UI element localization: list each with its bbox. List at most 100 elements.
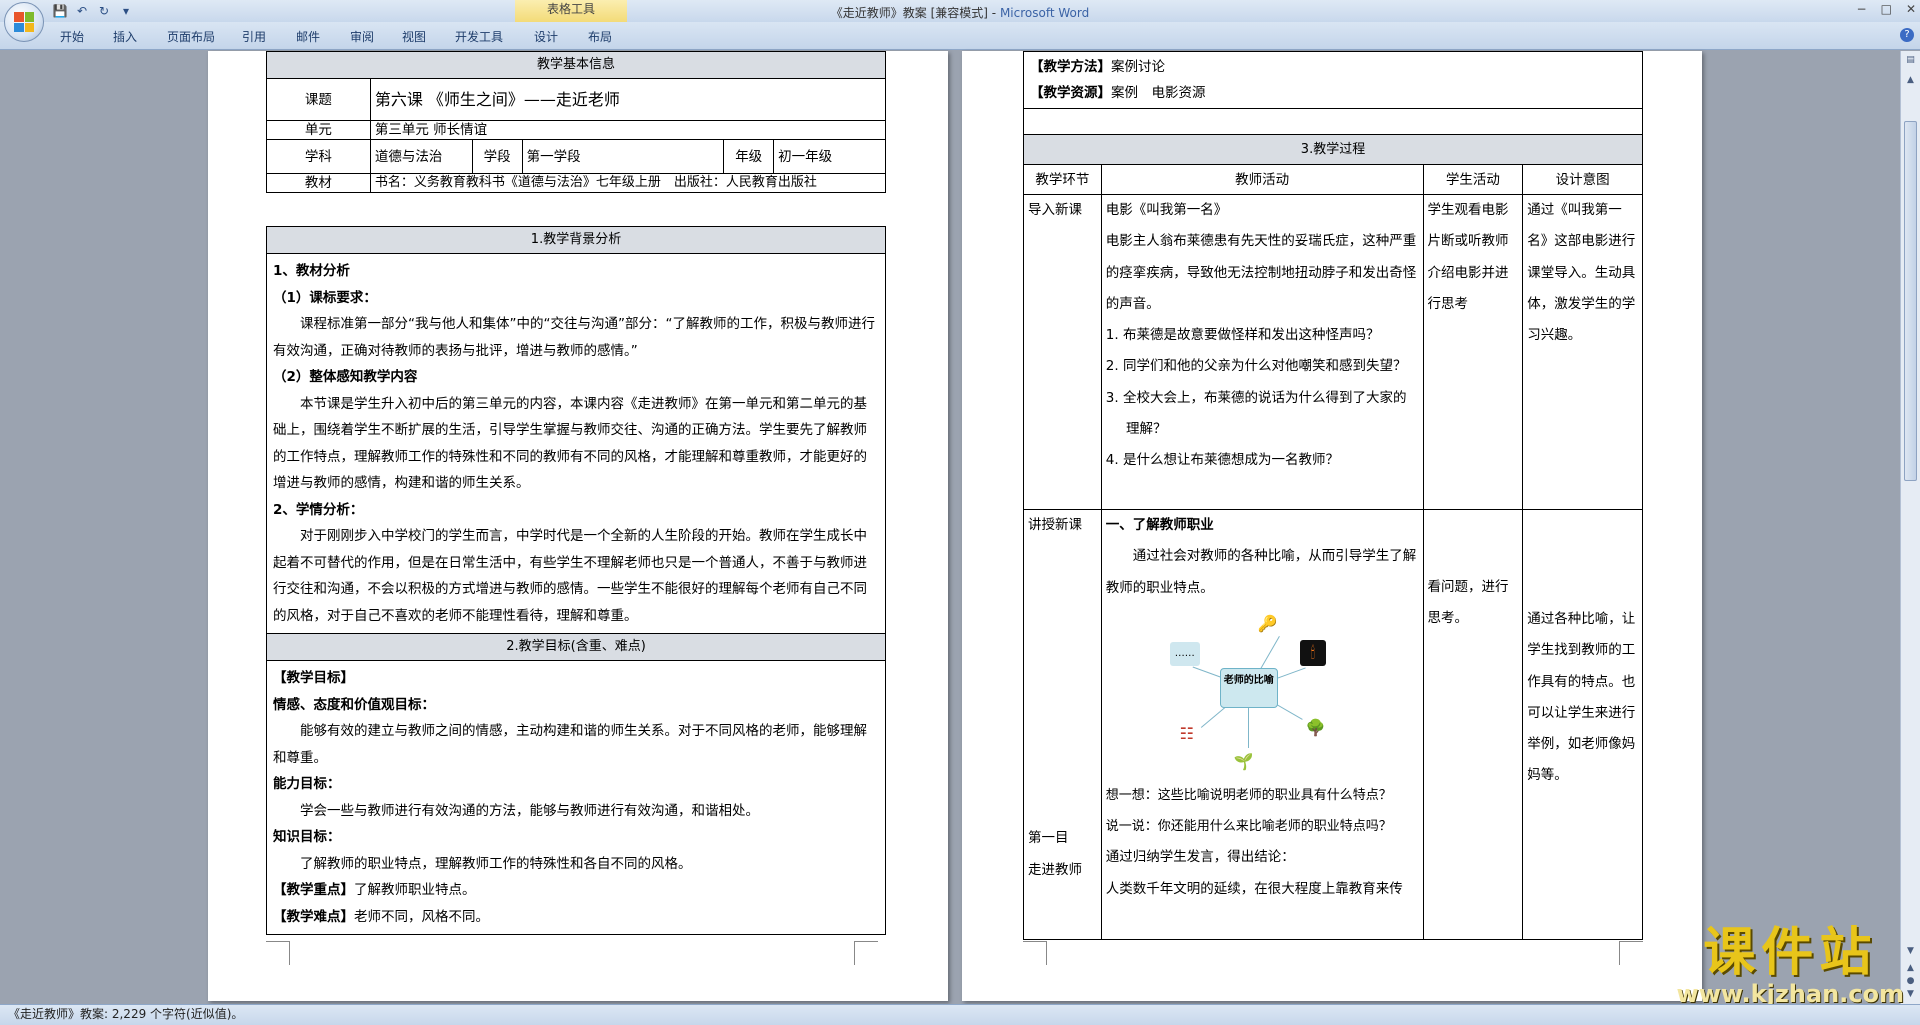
window-controls: − □ ✕ — [1857, 2, 1916, 16]
redo-icon[interactable]: ↻ — [96, 3, 112, 19]
ladder-icon: ☷ — [1179, 724, 1194, 744]
say-prompt: 说一说：你还能用什么来比喻老师的职业特点吗？ — [1105, 819, 1392, 835]
tab-review[interactable]: 审阅 — [350, 28, 374, 45]
method-value: 案例讨论 — [1111, 59, 1165, 75]
grade-value: 初一年级 — [773, 139, 886, 174]
col-teacher: 教师活动 — [1100, 164, 1424, 195]
save-icon[interactable]: 💾 — [52, 3, 68, 19]
textbook-analysis-heading: 1、教材分析 — [273, 263, 350, 279]
ruler-toggle-icon[interactable]: ▤ — [1904, 55, 1917, 68]
key-icon: 🔑 — [1257, 614, 1278, 634]
tab-mailings[interactable]: 邮件 — [296, 28, 320, 45]
office-button[interactable] — [4, 2, 44, 42]
office-logo-icon — [14, 12, 34, 32]
teacher-section-heading: 一、了解教师职业 — [1105, 517, 1214, 533]
design-intent-new: 通过各种比喻，让学生找到教师的工作具有的特点。也可以让学生来进行举例，如老师像妈… — [1527, 611, 1636, 784]
help-icon[interactable]: ? — [1900, 28, 1914, 42]
conclusion-text: 人类数千年文明的延续，在很大程度上靠教育来传 — [1105, 880, 1403, 897]
ability-goal-heading: 能力目标： — [273, 776, 341, 792]
resource-line: 【教学资源】案例 电影资源 — [1030, 80, 1636, 106]
curriculum-req-heading: （1）课标要求： — [273, 289, 377, 306]
goals-title: 【教学目标】 — [273, 670, 354, 686]
document-page-2: 【教学方法】案例讨论 【教学资源】案例 电影资源 3.教学过程 教学环节 教师活… — [962, 51, 1702, 1001]
background-analysis-table: 1.教学背景分析 1、教材分析 （1）课标要求： 课程标准第一部分“我与他人和集… — [266, 226, 886, 634]
scroll-down-icon[interactable]: ▼ — [1904, 946, 1917, 959]
browse-object-icon[interactable]: ● — [1904, 976, 1917, 989]
student-activity-new: 看问题，进行思考。 — [1427, 579, 1509, 627]
tab-developer[interactable]: 开发工具 — [455, 28, 503, 45]
title-bar: 表格工具 《走近教师》教案 [兼容模式] - Microsoft Word 💾 … — [0, 0, 1920, 22]
section-title: 走进教师 — [1028, 861, 1082, 878]
grade-label: 年级 — [723, 139, 775, 174]
ability-goal-text: 学会一些与教师进行有效沟通的方法，能够与教师进行有效沟通，和谐相处。 — [300, 802, 759, 819]
ribbon-tabs: 开始 插入 页面布局 引用 邮件 审阅 视图 开发工具 设计 布局 ? — [0, 22, 1920, 50]
tab-layout[interactable]: 布局 — [588, 28, 612, 45]
section-label: 第一目 — [1028, 830, 1069, 847]
scroll-up-icon[interactable]: ▲ — [1904, 75, 1917, 88]
minimize-button[interactable]: − — [1857, 2, 1867, 16]
knowledge-goal-heading: 知识目标： — [273, 829, 341, 845]
word-count-status[interactable]: 《走近教师》教案: 2,229 个字符(近似值)。 — [8, 1007, 243, 1021]
stage-label: 学段 — [471, 139, 523, 174]
resource-label: 【教学资源】 — [1030, 85, 1111, 101]
prev-page-icon[interactable]: ▲ — [1904, 963, 1917, 976]
basic-info-header: 教学基本信息 — [266, 51, 886, 79]
subject-value: 道德与法治 — [369, 139, 473, 174]
tab-home[interactable]: 开始 — [60, 28, 84, 45]
maximize-button[interactable]: □ — [1881, 2, 1892, 16]
watermark-title: 课件站 — [1703, 923, 1878, 983]
undo-icon[interactable]: ↶ — [74, 3, 90, 19]
topic-label: 课题 — [266, 78, 371, 121]
tab-references[interactable]: 引用 — [242, 28, 266, 45]
plant-icon: 🌱 — [1233, 752, 1254, 772]
key-point-label: 【教学重点】 — [273, 882, 354, 898]
watermark-url: www.kjzhan.com — [1676, 980, 1904, 1008]
conclude-text: 通过归纳学生发言，得出结论： — [1105, 849, 1295, 866]
stage-new: 讲授新课 — [1028, 517, 1082, 533]
student-activity-intro: 学生观看电影片断或听教师介绍电影并进行思考 — [1422, 194, 1524, 510]
teacher-metaphor-mindmap: 老师的比喻 🔑 🕯 …… ☷ 🌳 🌱 — [1168, 610, 1338, 780]
page-corner-mark — [1619, 941, 1643, 965]
unit-value: 第三单元 师长情谊 — [369, 120, 887, 140]
question-1: 1. 布莱德是故意要做怪样和发出这种怪声吗？ — [1105, 327, 1380, 344]
customize-qat-icon[interactable]: ▾ — [118, 3, 134, 19]
curriculum-req-text: 课程标准第一部分“我与他人和集体”中的“交往与沟通”部分：“了解教师的工作，积极… — [273, 316, 875, 359]
page-corner-mark — [1023, 941, 1047, 965]
teaching-goals-table: 2.教学目标(含重、难点) 【教学目标】 情感、态度和价值观目标： 能够有效的建… — [266, 633, 886, 935]
stage-value: 第一学段 — [521, 139, 725, 174]
background-header: 1.教学背景分析 — [266, 226, 886, 254]
movie-title: 电影《叫我第一名》 — [1105, 202, 1228, 218]
document-name: 《走近教师》教案 [兼容模式] — [830, 6, 988, 20]
tab-design[interactable]: 设计 — [534, 28, 558, 45]
stage-intro: 导入新课 — [1023, 194, 1102, 510]
tree-icon: 🌳 — [1305, 718, 1326, 738]
method-line: 【教学方法】案例讨论 — [1030, 54, 1636, 80]
col-student: 学生活动 — [1422, 164, 1524, 195]
kjzhan-watermark: 课件站 www.kjzhan.com — [1677, 924, 1904, 1006]
method-label: 【教学方法】 — [1030, 59, 1111, 75]
subject-label: 学科 — [266, 139, 371, 174]
mindmap-center: 老师的比喻 — [1219, 667, 1278, 708]
design-intent-intro: 通过《叫我第一名》这部电影进行课堂导入。生动具体，激发学生的学习兴趣。 — [1522, 194, 1643, 510]
vertical-scrollbar[interactable]: ▤ ▲ ▼ ▲ ● ▼ — [1900, 51, 1920, 1004]
tab-view[interactable]: 视图 — [402, 28, 426, 45]
close-button[interactable]: ✕ — [1906, 2, 1916, 16]
emotion-goal-heading: 情感、态度和价值观目标： — [273, 696, 435, 713]
teacher-section-text: 通过社会对教师的各种比喻，从而引导学生了解教师的职业特点。 — [1105, 548, 1417, 596]
next-page-icon[interactable]: ▼ — [1904, 989, 1917, 1002]
tab-insert[interactable]: 插入 — [113, 28, 137, 45]
status-bar: 《走近教师》教案: 2,229 个字符(近似值)。 — [0, 1004, 1920, 1025]
content-perception-text: 本节课是学生升入初中后的第三单元的内容，本课内容《走进教师》在第一单元和第二单元… — [273, 395, 867, 492]
difficulty-value: 老师不同，风格不同。 — [354, 908, 489, 925]
knowledge-goal-text: 了解教师的职业特点，理解教师工作的特殊性和各自不同的风格。 — [300, 855, 692, 872]
lesson-process-table: 【教学方法】案例讨论 【教学资源】案例 电影资源 3.教学过程 教学环节 教师活… — [1023, 51, 1643, 940]
scrollbar-thumb[interactable] — [1904, 121, 1917, 481]
window-title: 《走近教师》教案 [兼容模式] - Microsoft Word — [830, 6, 1090, 20]
quick-access-toolbar: 💾 ↶ ↻ ▾ — [52, 3, 134, 19]
ellipsis-node: …… — [1169, 641, 1200, 666]
tab-page-layout[interactable]: 页面布局 — [167, 28, 215, 45]
textbook-label: 教材 — [266, 173, 371, 193]
goals-header: 2.教学目标(含重、难点) — [266, 633, 886, 661]
resource-value: 案例 电影资源 — [1111, 85, 1206, 101]
col-intent: 设计意图 — [1522, 164, 1643, 195]
